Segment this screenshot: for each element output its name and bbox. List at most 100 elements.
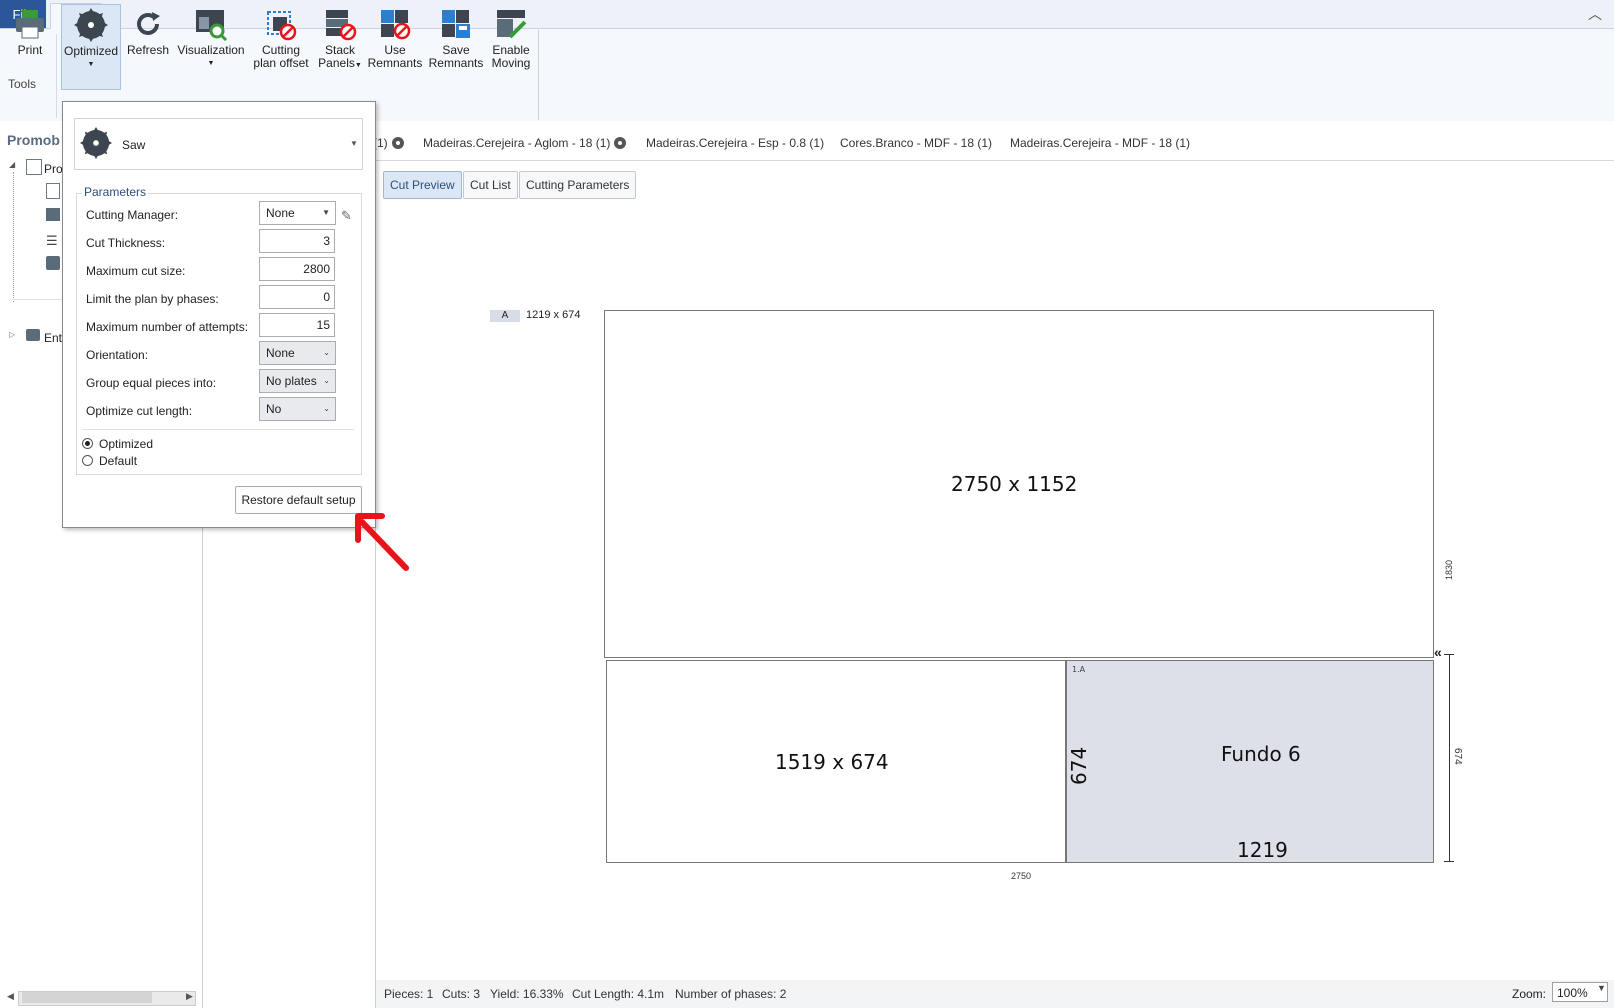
tree-collapse-icon[interactable]: ▷ bbox=[9, 330, 15, 339]
dimension-total-height: 1830 bbox=[1444, 559, 1454, 580]
refresh-icon bbox=[131, 7, 165, 41]
envelope-icon bbox=[26, 329, 40, 341]
list-icon[interactable]: ☰ bbox=[46, 233, 58, 249]
tree-expand-icon[interactable]: ◢ bbox=[9, 160, 15, 169]
material-tab-3[interactable]: Cores.Branco - MDF - 18 (1) bbox=[840, 136, 992, 150]
limit-phases-label: Limit the plan by phases: bbox=[86, 292, 219, 306]
default-radio-label[interactable]: Default bbox=[99, 454, 137, 468]
save-remnants-button[interactable]: Save Remnants bbox=[428, 4, 484, 88]
restore-default-setup-button[interactable]: Restore default setup bbox=[235, 486, 362, 514]
saw-blade-icon bbox=[80, 127, 112, 162]
material-tab-2[interactable]: Madeiras.Cerejeira - Esp - 0.8 (1) bbox=[646, 136, 824, 150]
cut-list-button[interactable]: Cut List bbox=[463, 171, 518, 199]
stack-panels-dropdown-icon: ▼ bbox=[354, 62, 362, 69]
gear-icon[interactable] bbox=[614, 137, 627, 149]
visualization-dropdown-icon: ▼ bbox=[207, 60, 215, 67]
orientation-label: Orientation: bbox=[86, 348, 149, 362]
pencil-icon[interactable]: ✎ bbox=[341, 208, 355, 223]
collapse-ribbon-icon[interactable]: ︿ bbox=[1585, 4, 1605, 24]
cutting-parameters-button[interactable]: Cutting Parameters bbox=[519, 171, 637, 199]
ribbon-separator bbox=[56, 34, 57, 118]
material-tab-4[interactable]: Madeiras.Cerejeira - MDF - 18 (1) bbox=[1010, 136, 1190, 150]
dimension-total-width: 2750 bbox=[1011, 871, 1032, 881]
dimension-line-cap bbox=[1444, 861, 1454, 862]
chevron-down-icon: ⌄ bbox=[323, 348, 330, 357]
piece-left-label: 1519 x 674 bbox=[775, 750, 889, 774]
max-cut-size-label: Maximum cut size: bbox=[86, 264, 186, 278]
optimize-cut-length-label: Optimize cut length: bbox=[86, 404, 193, 418]
tool-select[interactable] bbox=[74, 118, 363, 170]
parameters-group-title: Parameters bbox=[82, 185, 149, 199]
use-remnants-label-2: Remnants bbox=[367, 56, 423, 70]
enable-moving-button[interactable]: Enable Moving bbox=[486, 4, 536, 88]
tree-item-pro[interactable]: Pro bbox=[44, 162, 63, 176]
cut-thickness-input[interactable]: 3 bbox=[259, 229, 335, 253]
visualization-icon bbox=[194, 7, 228, 42]
report-icon[interactable] bbox=[46, 256, 60, 270]
cut-thickness-label: Cut Thickness: bbox=[86, 236, 166, 250]
piece-width-label: 1219 bbox=[1237, 838, 1288, 862]
cutting-plan-offset-button[interactable]: Cutting plan offset bbox=[250, 4, 312, 88]
ribbon-group-end bbox=[538, 30, 539, 120]
max-cut-size-input[interactable]: 2800 bbox=[259, 257, 335, 281]
use-remnants-button[interactable]: Use Remnants bbox=[367, 4, 423, 88]
material-tab-0[interactable]: (1) bbox=[373, 136, 404, 150]
max-attempts-input[interactable]: 15 bbox=[259, 313, 335, 337]
limit-phases-input[interactable]: 0 bbox=[259, 285, 335, 309]
scrollbar-thumb[interactable] bbox=[22, 992, 152, 1003]
cutting-plan-offset-label-2: plan offset bbox=[253, 56, 309, 70]
tree-item-ent[interactable]: Ent bbox=[44, 331, 62, 345]
stack-panels-icon bbox=[323, 7, 357, 41]
group-equal-select[interactable]: No plates ⌄ bbox=[259, 369, 336, 393]
print-label: Print bbox=[17, 43, 43, 57]
enable-moving-icon bbox=[494, 7, 528, 41]
parameters-divider bbox=[82, 429, 354, 430]
status-cut-length: Cut Length: 4.1m bbox=[572, 987, 665, 1001]
refresh-button[interactable]: Refresh bbox=[126, 4, 170, 88]
annotation-arrow-icon bbox=[352, 510, 412, 577]
optimized-radio-label[interactable]: Optimized bbox=[99, 437, 153, 451]
cutting-manager-label: Cutting Manager: bbox=[86, 208, 179, 222]
optimized-label: Optimized bbox=[63, 44, 119, 58]
optimized-radio[interactable] bbox=[82, 438, 93, 449]
status-yield: Yield: 16.33% bbox=[490, 987, 564, 1001]
dimension-lower-height: 674 bbox=[1452, 748, 1463, 765]
tool-select-value: Saw bbox=[122, 138, 146, 152]
piece-name: Fundo 6 bbox=[1221, 742, 1301, 766]
print-button[interactable]: Print bbox=[8, 4, 52, 88]
status-cuts: Cuts: 3 bbox=[442, 987, 481, 1001]
default-radio[interactable] bbox=[82, 455, 93, 466]
visualization-label: Visualization bbox=[177, 43, 245, 57]
left-panel-title: Promob bbox=[7, 132, 60, 148]
visualization-button[interactable]: Visualization ▼ bbox=[175, 4, 247, 88]
saw-blade-icon bbox=[74, 8, 108, 42]
material-tab-1[interactable]: Madeiras.Cerejeira - Aglom - 18 (1) bbox=[423, 136, 627, 150]
optimized-button[interactable]: Optimized ▼ bbox=[61, 4, 121, 90]
chevron-down-icon: ⌄ bbox=[323, 376, 330, 385]
piece-height-label: 674 bbox=[1067, 746, 1091, 785]
document-icon[interactable] bbox=[46, 183, 60, 199]
cutting-manager-select[interactable]: None ▼ bbox=[259, 201, 336, 225]
cut-preview-button[interactable]: Cut Preview bbox=[383, 171, 462, 199]
tree-line bbox=[13, 172, 15, 302]
scroll-right-icon[interactable]: ▶ bbox=[186, 991, 193, 1002]
use-remnants-icon bbox=[378, 7, 412, 41]
orientation-select[interactable]: None ⌄ bbox=[259, 341, 336, 365]
status-phases: Number of phases: 2 bbox=[675, 987, 787, 1001]
chevron-down-icon[interactable]: ▼ bbox=[1597, 983, 1606, 993]
layout-icon[interactable] bbox=[46, 208, 60, 221]
dimension-line bbox=[1449, 654, 1450, 862]
stack-panels-label-2: Panels▼ bbox=[318, 56, 362, 70]
group-equal-label: Group equal pieces into: bbox=[86, 376, 217, 390]
optimize-cut-length-select[interactable]: No ⌄ bbox=[259, 397, 336, 421]
piece-top-label: 2750 x 1152 bbox=[951, 472, 1078, 496]
scroll-left-icon[interactable]: ◀ bbox=[7, 991, 14, 1002]
chevron-down-icon[interactable]: ▼ bbox=[350, 139, 358, 148]
enable-moving-label-2: Moving bbox=[491, 56, 531, 70]
document-stack-icon bbox=[26, 159, 42, 175]
chevron-down-icon: ▼ bbox=[322, 208, 330, 217]
gear-icon[interactable] bbox=[391, 137, 404, 149]
stack-panels-button[interactable]: Stack Panels▼ bbox=[316, 4, 364, 88]
save-remnants-icon bbox=[439, 7, 473, 41]
printer-icon bbox=[13, 7, 47, 41]
